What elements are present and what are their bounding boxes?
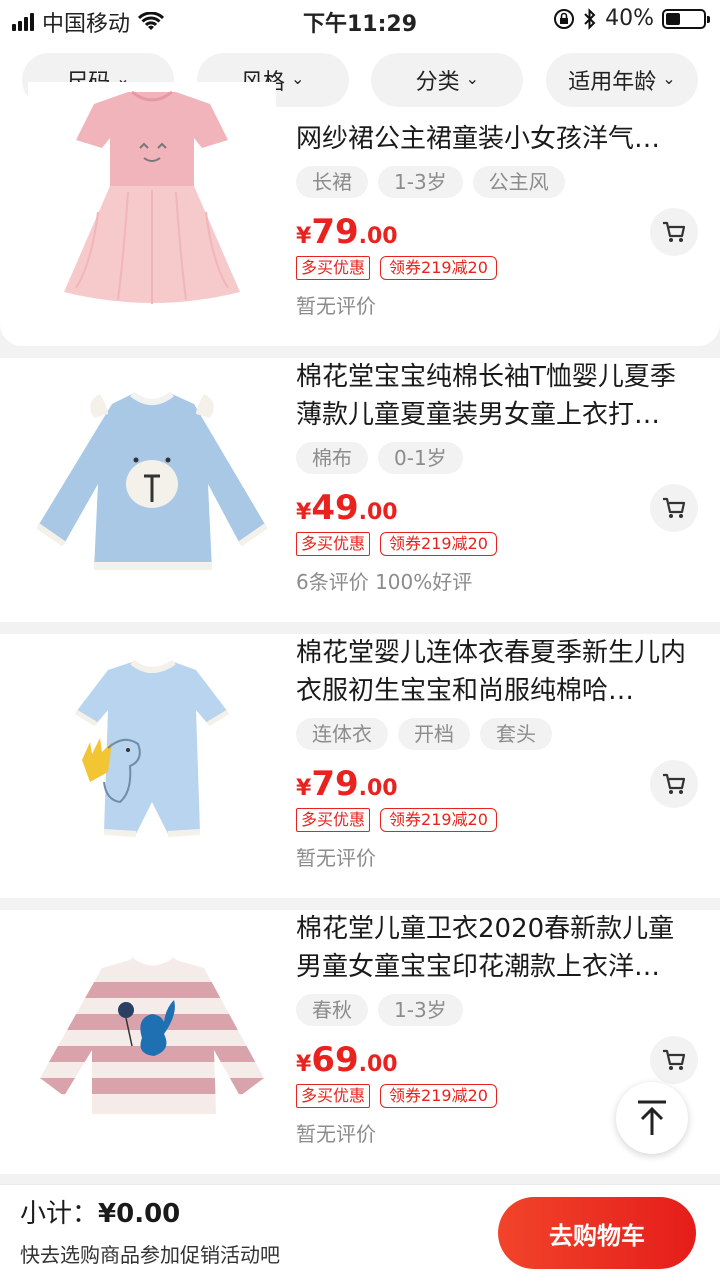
carrier-name: 中国移动 — [42, 12, 131, 37]
product-title[interactable]: 棉花堂婴儿连体衣春夏季新生儿内衣服初生宝宝和尚服纯棉哈… — [296, 634, 698, 710]
cart-icon — [663, 221, 686, 242]
striped-sweatshirt-image — [40, 957, 264, 1114]
coupon-badge[interactable]: 领券219减20 — [380, 1084, 497, 1108]
signal-icon — [12, 13, 34, 31]
orientation-lock-icon — [554, 8, 575, 29]
product-tag: 公主风 — [472, 166, 565, 198]
product-card[interactable]: 棉花堂婴儿连体衣春夏季新生儿内衣服初生宝宝和尚服纯棉哈… 连体衣 开档 套头 ¥… — [0, 634, 720, 898]
battery-percent: 40% — [605, 6, 654, 31]
filter-category[interactable]: 分类 ⌄ — [371, 53, 524, 107]
add-to-cart-button[interactable] — [650, 484, 698, 532]
coupon-badge[interactable]: 领券219减20 — [380, 808, 497, 832]
coupon-badge[interactable]: 领券219减20 — [380, 256, 497, 280]
tag-list: 春秋 1-3岁 — [296, 994, 698, 1026]
blue-tshirt-image — [36, 391, 268, 570]
battery-icon — [662, 8, 710, 29]
wifi-icon — [138, 12, 165, 30]
product-card[interactable]: 棉花堂宝宝纯棉长袖T恤婴儿夏季薄款儿童夏童装男女童上衣打… 棉布 0-1岁 ¥4… — [0, 358, 720, 622]
product-tag: 开档 — [398, 718, 470, 750]
review-summary: 6条评价 100%好评 — [296, 570, 473, 594]
filter-label: 适用年龄 — [568, 70, 657, 95]
product-image[interactable] — [28, 82, 276, 330]
chevron-down-icon: ⌄ — [290, 68, 305, 88]
product-tag: 春秋 — [296, 994, 368, 1026]
promo-badge: 多买优惠 — [296, 1084, 371, 1108]
product-title[interactable]: 网纱裙公主裙童装小女孩洋气… — [296, 120, 698, 158]
product-price: ¥49.00 — [296, 488, 398, 528]
blue-romper-image — [74, 659, 230, 837]
product-title[interactable]: 棉花堂儿童卫衣2020春新款儿童男童女童宝宝印花潮款上衣洋… — [296, 910, 698, 986]
product-title[interactable]: 棉花堂宝宝纯棉长袖T恤婴儿夏季薄款儿童夏童装男女童上衣打… — [296, 358, 698, 434]
product-image[interactable] — [28, 642, 276, 890]
product-price: ¥69.00 — [296, 1040, 398, 1080]
promo-badge: 多买优惠 — [296, 532, 371, 556]
tag-list: 长裙 1-3岁 公主风 — [296, 166, 698, 198]
cart-icon — [663, 497, 686, 518]
subtotal: 小计：¥0.00 — [20, 1193, 180, 1230]
coupon-badge[interactable]: 领券219减20 — [380, 532, 497, 556]
battery-level — [666, 12, 681, 25]
tag-list: 连体衣 开档 套头 — [296, 718, 698, 750]
add-to-cart-button[interactable] — [650, 1036, 698, 1084]
go-to-cart-button[interactable]: 去购物车 — [498, 1197, 696, 1269]
add-to-cart-button[interactable] — [650, 208, 698, 256]
product-tag: 0-1岁 — [378, 442, 463, 474]
product-tag: 连体衣 — [296, 718, 388, 750]
product-image[interactable] — [28, 918, 276, 1166]
product-price: ¥79.00 — [296, 212, 398, 252]
arrow-up-icon — [638, 1100, 666, 1135]
product-card[interactable]: 棉花堂儿童卫衣2020春新款儿童男童女童宝宝印花潮款上衣洋… 春秋 1-3岁 ¥… — [0, 910, 720, 1174]
filter-age[interactable]: 适用年龄 ⌄ — [545, 53, 698, 107]
product-tag: 1-3岁 — [378, 994, 463, 1026]
promo-hint: 快去选购商品参加促销活动吧 — [20, 1243, 280, 1267]
cart-icon — [663, 773, 686, 794]
cart-icon — [663, 1049, 686, 1070]
product-tag: 1-3岁 — [378, 166, 463, 198]
product-price: ¥79.00 — [296, 764, 398, 804]
subtotal-value: ¥0.00 — [98, 1199, 181, 1229]
subtotal-label: 小计： — [20, 1199, 99, 1229]
bottom-bar: 小计：¥0.00 快去选购商品参加促销活动吧 去购物车 — [0, 1184, 720, 1280]
product-tag: 套头 — [480, 718, 552, 750]
product-image[interactable] — [28, 364, 276, 612]
product-tag: 长裙 — [296, 166, 368, 198]
add-to-cart-button[interactable] — [650, 760, 698, 808]
promo-badge: 多买优惠 — [296, 256, 371, 280]
status-bar: 中国移动 下午11:29 40% — [0, 0, 720, 40]
review-summary: 暂无评价 — [296, 294, 376, 318]
product-tag: 棉布 — [296, 442, 368, 474]
bluetooth-icon — [584, 7, 596, 30]
promo-badge: 多买优惠 — [296, 808, 371, 832]
chevron-down-icon: ⌄ — [662, 68, 676, 88]
review-summary: 暂无评价 — [296, 846, 376, 870]
product-card[interactable]: 网纱裙公主裙童装小女孩洋气… 长裙 1-3岁 公主风 ¥79.00 多买优惠 领… — [0, 82, 720, 346]
filter-label: 分类 — [415, 70, 460, 95]
back-to-top-button[interactable] — [616, 1082, 688, 1154]
tag-list: 棉布 0-1岁 — [296, 442, 698, 474]
chevron-down-icon: ⌄ — [465, 68, 480, 88]
pink-dress-image — [64, 90, 240, 304]
